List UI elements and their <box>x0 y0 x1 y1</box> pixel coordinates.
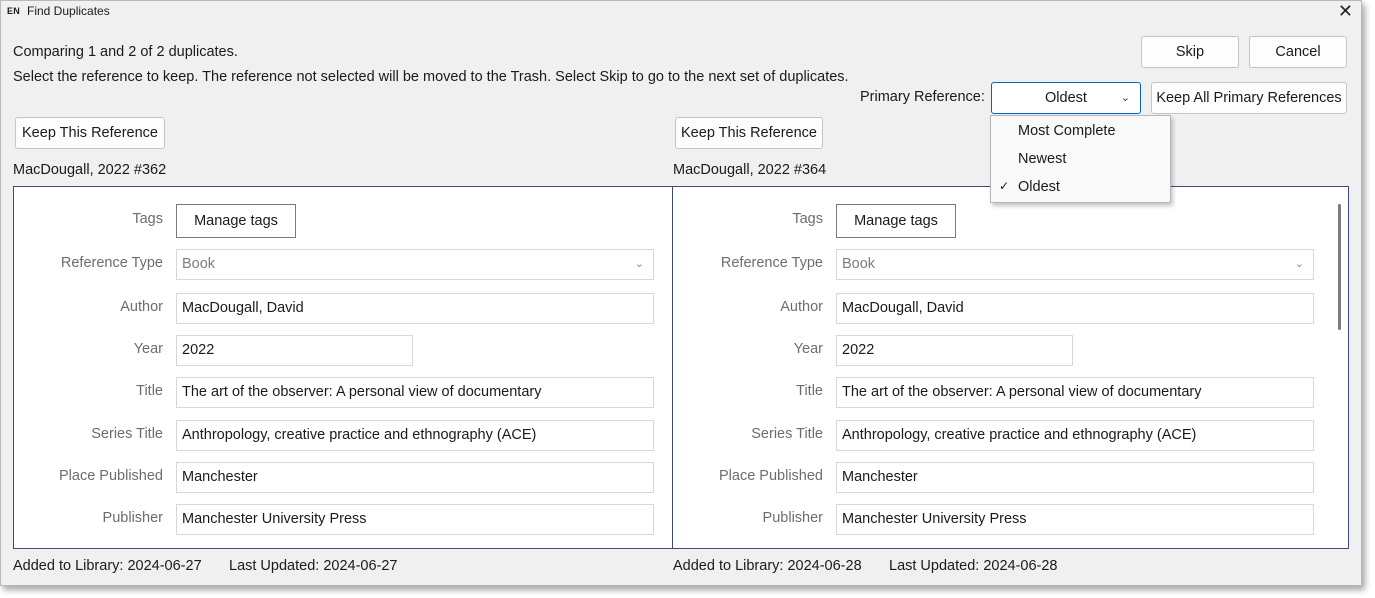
window-title: Find Duplicates <box>27 4 110 18</box>
place-published-field-right[interactable]: Manchester <box>836 462 1314 493</box>
author-field-right[interactable]: MacDougall, David <box>836 293 1314 324</box>
year-label: Year <box>793 341 823 357</box>
primary-reference-label: Primary Reference: <box>860 89 985 105</box>
skip-button[interactable]: Skip <box>1141 36 1239 68</box>
option-label: Newest <box>1018 151 1067 167</box>
place-published-label: Place Published <box>59 468 163 484</box>
find-duplicates-dialog: EN Find Duplicates ✕ Comparing 1 and 2 o… <box>0 0 1362 586</box>
reference-type-select-left[interactable]: Book ⌄ <box>176 249 654 280</box>
series-title-label: Series Title <box>751 426 823 442</box>
option-label: Oldest <box>1018 179 1060 195</box>
title-label: Title <box>796 383 823 399</box>
year-field-left[interactable]: 2022 <box>176 335 413 366</box>
primary-reference-select[interactable]: Oldest ⌄ <box>991 82 1141 114</box>
author-field-left[interactable]: MacDougall, David <box>176 293 654 324</box>
year-field-right[interactable]: 2022 <box>836 335 1073 366</box>
comparison-panel <box>13 186 1349 549</box>
title-field-right[interactable]: The art of the observer: A personal view… <box>836 377 1314 408</box>
citation-right: MacDougall, 2022 #364 <box>673 162 827 178</box>
title-bar: EN Find Duplicates ✕ <box>1 1 1361 23</box>
added-to-library-left: Added to Library: 2024-06-27 <box>13 558 202 574</box>
added-to-library-right: Added to Library: 2024-06-28 <box>673 558 862 574</box>
publisher-field-right[interactable]: Manchester University Press <box>836 504 1314 535</box>
language-badge: EN <box>7 6 21 16</box>
tags-label: Tags <box>792 211 823 227</box>
publisher-field-left[interactable]: Manchester University Press <box>176 504 654 535</box>
series-title-label: Series Title <box>91 426 163 442</box>
keep-this-reference-button-right[interactable]: Keep This Reference <box>675 117 823 149</box>
publisher-label: Publisher <box>102 510 163 526</box>
manage-tags-button-right[interactable]: Manage tags <box>836 204 956 238</box>
keep-this-reference-button-left[interactable]: Keep This Reference <box>15 117 165 149</box>
close-icon[interactable]: ✕ <box>1338 1 1353 21</box>
place-published-field-left[interactable]: Manchester <box>176 462 654 493</box>
publisher-label: Publisher <box>762 510 823 526</box>
panel-divider <box>672 187 673 548</box>
title-label: Title <box>136 383 163 399</box>
series-title-field-right[interactable]: Anthropology, creative practice and ethn… <box>836 420 1314 451</box>
chevron-down-icon: ⌄ <box>634 258 644 270</box>
option-newest[interactable]: Newest <box>991 146 1170 174</box>
tags-label: Tags <box>132 211 163 227</box>
reference-type-label: Reference Type <box>60 255 163 271</box>
reference-type-value: Book <box>182 256 216 272</box>
instructions-text: Select the reference to keep. The refere… <box>13 69 849 85</box>
reference-type-select-right[interactable]: Book ⌄ <box>836 249 1314 280</box>
title-field-left[interactable]: The art of the observer: A personal view… <box>176 377 654 408</box>
author-label: Author <box>780 299 823 315</box>
chevron-down-icon: ⌄ <box>1120 92 1130 104</box>
comparing-status: Comparing 1 and 2 of 2 duplicates. <box>13 44 238 60</box>
chevron-down-icon: ⌄ <box>1294 258 1304 270</box>
keep-all-primary-references-button[interactable]: Keep All Primary References <box>1151 82 1347 114</box>
last-updated-left: Last Updated: 2024-06-27 <box>229 558 398 574</box>
author-label: Author <box>120 299 163 315</box>
scrollbar-thumb[interactable] <box>1338 204 1341 330</box>
option-most-complete[interactable]: Most Complete <box>991 118 1170 146</box>
last-updated-right: Last Updated: 2024-06-28 <box>889 558 1058 574</box>
cancel-button[interactable]: Cancel <box>1249 36 1347 68</box>
option-label: Most Complete <box>1018 123 1116 139</box>
reference-type-value: Book <box>842 256 876 272</box>
manage-tags-button-left[interactable]: Manage tags <box>176 204 296 238</box>
year-label: Year <box>133 341 163 357</box>
citation-left: MacDougall, 2022 #362 <box>13 162 167 178</box>
check-icon: ✓ <box>999 179 1010 193</box>
reference-type-label: Reference Type <box>720 255 823 271</box>
primary-reference-value: Oldest <box>1045 90 1087 106</box>
place-published-label: Place Published <box>719 468 823 484</box>
primary-reference-dropdown: Most Complete Newest ✓ Oldest <box>990 115 1171 203</box>
series-title-field-left[interactable]: Anthropology, creative practice and ethn… <box>176 420 654 451</box>
option-oldest[interactable]: ✓ Oldest <box>991 174 1170 202</box>
